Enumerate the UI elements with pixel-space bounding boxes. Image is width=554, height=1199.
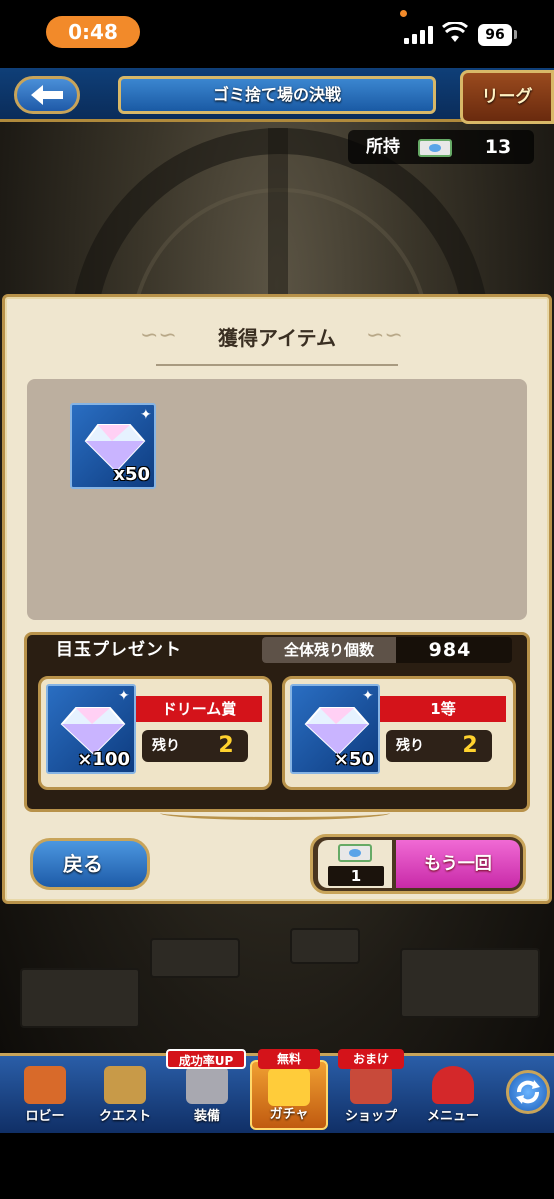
remaining-total-count: 984 (428, 639, 472, 661)
sparkle-icon: ✦ (140, 407, 152, 423)
prize-remain-count: 2 (218, 733, 234, 758)
nav-label: ガチャ (269, 1107, 309, 1122)
prize-item-tile: ✦ ×50 (290, 684, 380, 774)
shop-icon (350, 1066, 392, 1104)
back-arrow-icon (31, 85, 63, 105)
owned-label: 所持 (366, 137, 400, 157)
gacha-icon (268, 1068, 310, 1106)
recording-dot (400, 10, 407, 17)
nav-item-lobby[interactable]: ロビー (6, 1060, 84, 1130)
prize-remain-count: 2 (462, 733, 478, 758)
league-button[interactable]: リーグ (460, 70, 554, 124)
status-time: 0:48 (46, 16, 140, 48)
prize-remain-label: 残り (152, 738, 180, 754)
equipment-icon (186, 1066, 228, 1104)
prize-item-tile: ✦ ×100 (46, 684, 136, 774)
again-ticket-count: 1 (328, 866, 384, 886)
battery-indicator: 96 (478, 24, 512, 46)
header-back-button[interactable] (14, 76, 80, 114)
nav-item-gacha[interactable]: ガチャ (250, 1060, 328, 1130)
nav-label: クエスト (98, 1109, 151, 1124)
battery-tip (514, 30, 517, 39)
nav-label: ショップ (344, 1109, 397, 1124)
title-divider (156, 364, 398, 366)
ticket-icon (338, 844, 372, 862)
menu-icon (432, 1066, 474, 1104)
panel-ornament (160, 806, 390, 820)
play-again-button[interactable]: もう一回 (396, 840, 520, 888)
remaining-total-label: 全体残り個数 (262, 637, 396, 663)
nav-label: 装備 (193, 1109, 220, 1124)
prize-quantity: ×100 (77, 749, 130, 770)
quest-icon (104, 1066, 146, 1104)
lobby-icon (24, 1066, 66, 1104)
prize-quantity: ×50 (333, 749, 374, 770)
prize-remain-label: 残り (396, 738, 424, 754)
nav-badge-bonus: おまけ (338, 1049, 404, 1069)
nav-item-shop[interactable]: ショップ (332, 1060, 410, 1130)
refresh-button[interactable] (506, 1070, 550, 1114)
rubble-stone (400, 948, 540, 1018)
acquired-items-title: 獲得アイテム (218, 326, 336, 350)
item-quantity: x50 (113, 464, 150, 485)
page-title: ゴミ捨て場の決戦 (118, 76, 436, 114)
home-indicator-area (0, 1133, 554, 1199)
prize-rank-ribbon: ドリーム賞 (136, 696, 262, 722)
sparkle-icon: ✦ (362, 688, 374, 704)
nav-item-quest[interactable]: クエスト (86, 1060, 164, 1130)
featured-prize-title: 目玉プレゼント (56, 640, 182, 660)
prize-rank-ribbon: 1等 (380, 696, 506, 722)
rubble-stone (290, 928, 360, 964)
owned-count: 13 (484, 136, 512, 158)
nav-badge-free: 無料 (258, 1049, 320, 1069)
sparkle-icon: ✦ (118, 688, 130, 704)
nav-label: ロビー (25, 1109, 65, 1124)
acquired-item-tile[interactable]: ✦ x50 (70, 403, 156, 489)
refresh-icon (516, 1080, 540, 1104)
rubble-stone (150, 938, 240, 978)
ticket-icon (418, 139, 452, 157)
back-button[interactable]: 戻る (30, 838, 150, 890)
wifi-icon (442, 22, 468, 42)
nav-badge-success-rate: 成功率UP (166, 1049, 246, 1069)
nav-item-menu[interactable]: メニュー (414, 1060, 492, 1130)
nav-label: メニュー (426, 1109, 479, 1124)
cellular-signal-icon (404, 24, 434, 44)
rubble-stone (20, 968, 140, 1028)
